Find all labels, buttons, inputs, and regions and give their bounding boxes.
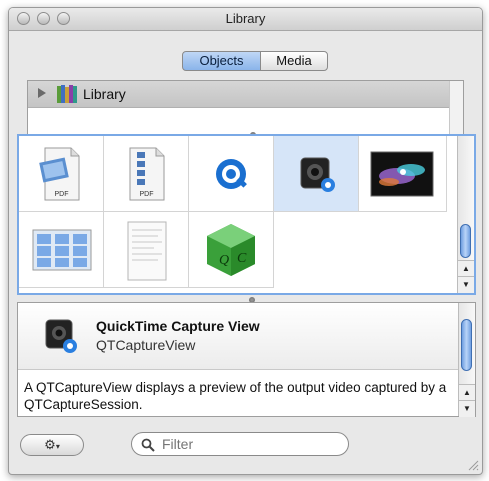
quicktime-icon xyxy=(216,159,247,189)
qc-cube-icon: Q C xyxy=(207,224,255,276)
grid-item-quartz-composer-view[interactable] xyxy=(359,136,447,212)
detail-scroll-thumb[interactable] xyxy=(461,319,472,371)
gear-icon: ⚙ xyxy=(44,437,56,452)
grid-item-pdf-list[interactable]: PDF xyxy=(104,136,189,212)
detail-object-name: QuickTime Capture View xyxy=(96,318,260,334)
detail-pane: QuickTime Capture View QTCaptureView A Q… xyxy=(17,302,476,417)
grid-item-document-view[interactable] xyxy=(104,212,189,288)
svg-text:Q: Q xyxy=(219,253,229,268)
pdf-photo-icon xyxy=(39,147,80,201)
pdf-list-icon xyxy=(129,147,165,201)
detail-description: A QTCaptureView displays a preview of th… xyxy=(24,380,447,412)
detail-class-name: QTCaptureView xyxy=(96,337,196,353)
objects-tab[interactable]: Objects xyxy=(182,51,261,71)
library-outline-view: Library xyxy=(27,80,464,135)
qt-capture-view-icon xyxy=(45,319,77,353)
pdf-caption: PDF xyxy=(139,191,154,198)
grid-scroll-down-arrow-icon[interactable]: ▼ xyxy=(458,276,474,293)
detail-header: QuickTime Capture View QTCaptureView xyxy=(18,303,458,370)
search-icon xyxy=(141,438,155,452)
quartz-composer-view-icon xyxy=(370,151,434,197)
filter-field[interactable] xyxy=(131,432,349,456)
grid-item-pdf-photo[interactable]: PDF xyxy=(19,136,104,212)
grid-item-image-browser[interactable] xyxy=(19,212,104,288)
resize-grip-icon[interactable] xyxy=(467,459,479,471)
action-menu-button[interactable]: ⚙▾ xyxy=(20,434,84,456)
window-title: Library xyxy=(225,11,266,26)
grid-scrollbar[interactable]: ▲ ▼ xyxy=(457,136,474,293)
grid-scroll-up-arrow-icon[interactable]: ▲ xyxy=(458,260,474,277)
object-grid: PDF PDF Q C ▲ ▼ xyxy=(17,134,476,295)
disclosure-triangle-icon[interactable] xyxy=(38,88,46,98)
qt-capture-view-icon xyxy=(300,157,335,192)
grid-scroll-thumb[interactable] xyxy=(460,224,471,258)
detail-scroll-up-arrow-icon[interactable]: ▲ xyxy=(459,384,475,401)
library-books-icon xyxy=(57,85,77,103)
grid-item-qt-capture-view[interactable] xyxy=(274,136,359,212)
media-tab[interactable]: Media xyxy=(260,51,328,71)
detail-scrollbar[interactable]: ▲ ▼ xyxy=(458,303,475,417)
detail-scroll-down-arrow-icon[interactable]: ▼ xyxy=(459,400,475,417)
pdf-caption: PDF xyxy=(54,191,69,198)
filter-input[interactable] xyxy=(162,435,342,453)
outline-row-library[interactable]: Library xyxy=(28,81,452,108)
outline-scrollbar[interactable] xyxy=(449,81,463,134)
grid-item-quicktime[interactable] xyxy=(189,136,274,212)
svg-text:C: C xyxy=(237,251,247,266)
document-view-icon xyxy=(127,221,167,281)
outline-label-library: Library xyxy=(83,86,126,102)
grid-item-qc-cube[interactable]: Q C xyxy=(189,212,274,288)
chevron-down-icon: ▾ xyxy=(55,442,60,451)
image-browser-icon xyxy=(32,229,92,271)
title-bar: Library xyxy=(9,8,482,31)
